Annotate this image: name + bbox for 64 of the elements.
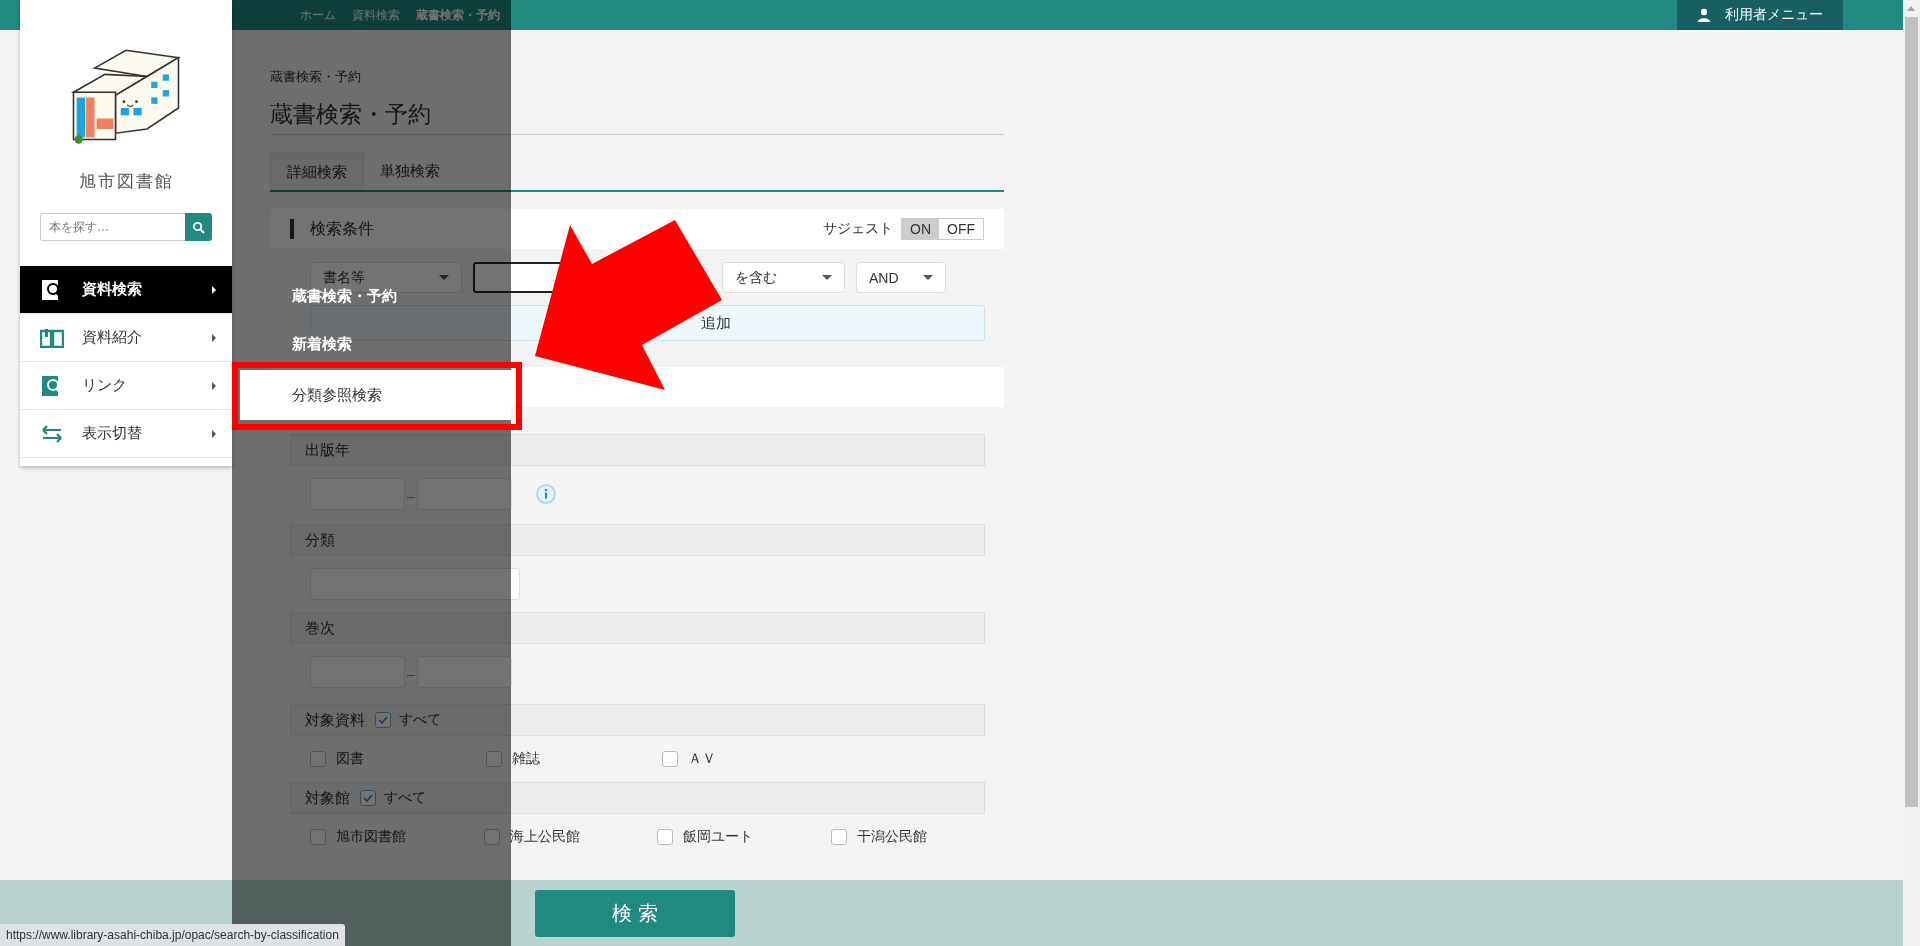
caret-icon — [212, 285, 216, 294]
range-tilde-icon — [407, 496, 415, 500]
field-label: 出版年 — [305, 440, 350, 460]
checkbox-label: ＡＶ — [688, 750, 716, 768]
scrollbar-thumb[interactable] — [1905, 17, 1918, 807]
range-tilde-icon — [407, 674, 415, 678]
scroll-up-icon — [1907, 6, 1915, 11]
user-menu-button[interactable]: 利用者メニュー — [1677, 0, 1843, 30]
page-title: 蔵書検索・予約 — [270, 98, 1004, 135]
library-name: 旭市図書館 — [78, 171, 174, 193]
check-icon — [377, 714, 389, 726]
checkbox-label: 干潟公民館 — [856, 828, 927, 846]
year-to-input[interactable] — [417, 478, 512, 510]
checkbox-label: 雑誌 — [512, 750, 540, 768]
open-book-icon — [40, 327, 64, 348]
person-icon — [1697, 8, 1711, 22]
operator-select[interactable]: AND — [856, 262, 946, 293]
sidebar-menu-item[interactable]: 表示切替 — [20, 410, 232, 458]
checkbox[interactable] — [375, 712, 391, 728]
caret-icon — [822, 275, 832, 280]
caret-icon — [212, 429, 216, 438]
caret-icon — [439, 275, 449, 280]
field-label: 巻次 — [305, 618, 335, 638]
checkbox[interactable] — [360, 790, 376, 806]
caret-icon — [212, 381, 216, 390]
search-tab[interactable]: 単独検索 — [364, 152, 456, 190]
checkbox-label: すべて — [384, 789, 426, 807]
checkbox-label: 旭市図書館 — [336, 828, 406, 846]
checkbox-label: すべて — [399, 711, 441, 729]
sidebar-menu-item[interactable]: 資料紹介 — [20, 314, 232, 362]
conditions-title: 検索条件 — [310, 218, 374, 239]
swap-arrows-icon — [40, 423, 64, 444]
search-button[interactable]: 検 索 — [535, 890, 735, 937]
checkbox[interactable] — [486, 751, 502, 767]
checkbox-label: 飯岡ユート — [683, 828, 753, 846]
page-breadcrumb: 蔵書検索・予約 — [270, 68, 362, 86]
field-label: 分類 — [305, 530, 335, 550]
volume-to-input[interactable] — [417, 656, 512, 688]
caret-icon — [923, 275, 933, 280]
caret-icon — [212, 333, 216, 342]
book-search-input[interactable]: 本を探す… — [40, 213, 185, 241]
info-icon[interactable] — [536, 484, 556, 504]
field-label: 対象館 — [305, 788, 350, 808]
checkbox[interactable] — [662, 751, 678, 767]
checkbox[interactable] — [483, 829, 500, 845]
checkbox[interactable] — [310, 751, 326, 767]
checkbox[interactable] — [830, 829, 847, 845]
status-url: https://www.library-asahi-chiba.jp/opac/search-by-classification — [0, 924, 345, 946]
suggest-label: サジェスト — [823, 220, 893, 238]
sidebar-menu-item[interactable]: 資料検索 — [20, 266, 232, 314]
checkbox-label: 図書 — [336, 750, 364, 768]
classification-input[interactable] — [310, 568, 520, 600]
heading-marker-icon — [290, 219, 294, 239]
search-icon — [192, 220, 205, 234]
submenu-item[interactable]: 分類参照検索 — [240, 370, 511, 420]
checkbox[interactable] — [657, 829, 673, 845]
search-button[interactable] — [185, 213, 212, 241]
check-icon — [362, 792, 374, 804]
match-select[interactable]: を含む — [722, 262, 845, 293]
checkbox[interactable] — [310, 829, 326, 845]
sidebar-menu-item[interactable]: リンク — [20, 362, 232, 410]
submenu-item[interactable]: 新着検索 — [292, 330, 352, 358]
suggest-toggle-option[interactable]: ON — [902, 219, 939, 239]
field-label: 対象資料 — [305, 710, 365, 730]
